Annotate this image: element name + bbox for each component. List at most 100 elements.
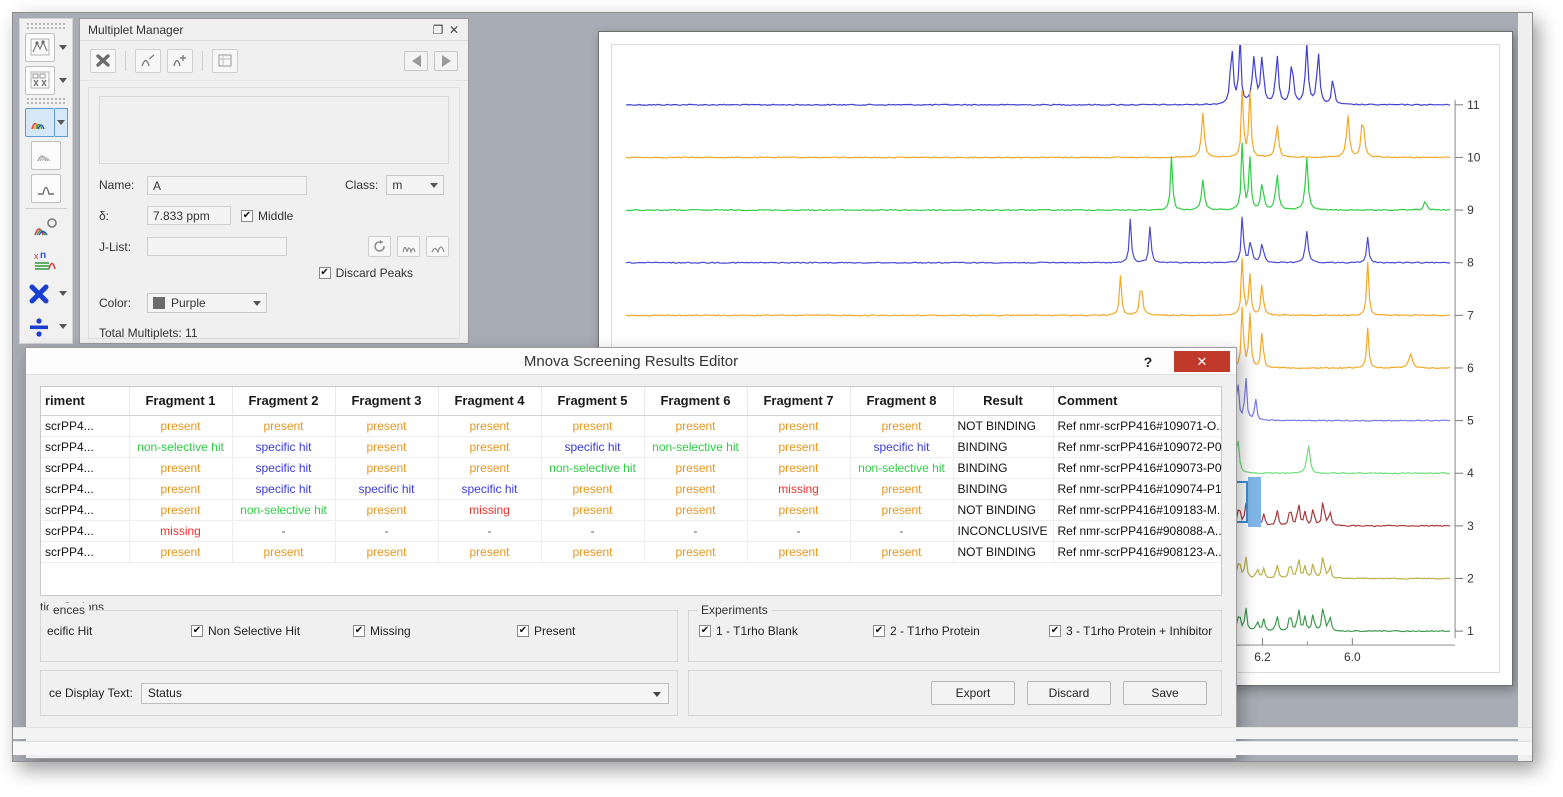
- table-row[interactable]: scrPP4... present specific hit present prese…: [41, 457, 1221, 479]
- cell-fragment-7[interactable]: present: [747, 415, 851, 437]
- cell-fragment-4[interactable]: present: [438, 457, 542, 479]
- arithmetic-settings-icon[interactable]: [31, 214, 61, 243]
- middle-checkbox[interactable]: [241, 209, 253, 222]
- cell-fragment-8[interactable]: -: [850, 520, 954, 542]
- delete-multiplet-button[interactable]: [90, 48, 116, 73]
- cell-fragment-6[interactable]: present: [644, 457, 748, 479]
- toolbar-grip-2[interactable]: [26, 97, 66, 105]
- discard-button[interactable]: Discard: [1027, 681, 1111, 705]
- cell-fragment-3[interactable]: -: [335, 520, 439, 542]
- cell-comment[interactable]: Ref nmr-scrPP416#908088-A...: [1053, 520, 1221, 542]
- table-header-6[interactable]: Fragment 6: [644, 387, 748, 416]
- toolbar-grip[interactable]: [26, 22, 66, 29]
- multiply-by-n-icon[interactable]: x n: [31, 246, 61, 275]
- cell-fragment-7[interactable]: -: [747, 520, 851, 542]
- multiplet-report-button[interactable]: [212, 48, 238, 73]
- delta-input[interactable]: 7.833 ppm: [147, 206, 231, 225]
- cell-fragment-3[interactable]: present: [335, 436, 439, 458]
- cell-fragment-2[interactable]: present: [232, 415, 336, 437]
- cell-fragment-2[interactable]: specific hit: [232, 457, 336, 479]
- cell-fragment-3[interactable]: present: [335, 457, 439, 479]
- cell-fragment-2[interactable]: -: [232, 520, 336, 542]
- table-row[interactable]: scrPP4... present present present present pre…: [41, 415, 1221, 437]
- table-row[interactable]: scrPP4... present present present present pre…: [41, 541, 1221, 563]
- cell-fragment-8[interactable]: present: [850, 478, 954, 500]
- table-header-3[interactable]: Fragment 3: [335, 387, 439, 416]
- cell-experiment[interactable]: scrPP4...: [41, 541, 130, 563]
- checkbox-icon[interactable]: [699, 625, 711, 637]
- spectrum-trace-9[interactable]: [625, 142, 1451, 212]
- next-multiplet-button[interactable]: [434, 50, 458, 71]
- table-header-9[interactable]: Result: [953, 387, 1054, 416]
- cell-fragment-7[interactable]: missing: [747, 478, 851, 500]
- jlist-input[interactable]: [147, 237, 287, 256]
- cell-comment[interactable]: Ref nmr-scrPP416#908123-A...: [1053, 541, 1221, 563]
- experiment-checkbox-0[interactable]: 1 - T1rho Blank: [699, 624, 798, 638]
- sequence-checkbox-2[interactable]: Missing: [353, 624, 411, 638]
- table-header-8[interactable]: Fragment 8: [850, 387, 954, 416]
- cell-fragment-1[interactable]: present: [129, 478, 233, 500]
- table-header-7[interactable]: Fragment 7: [747, 387, 851, 416]
- table-row[interactable]: scrPP4... missing - - - - - - - INCONCLUSIVE Ref n…: [41, 520, 1221, 542]
- cell-result[interactable]: NOT BINDING: [953, 499, 1054, 521]
- cell-fragment-1[interactable]: non-selective hit: [129, 436, 233, 458]
- cell-fragment-6[interactable]: present: [644, 415, 748, 437]
- cell-comment[interactable]: Ref nmr-scrPP416#109073-P0...: [1053, 457, 1221, 479]
- cell-experiment[interactable]: scrPP4...: [41, 499, 130, 521]
- cell-fragment-4[interactable]: present: [438, 415, 542, 437]
- previous-multiplet-button[interactable]: [404, 50, 428, 71]
- experiment-checkbox-1[interactable]: 2 - T1rho Protein: [873, 624, 980, 638]
- cell-fragment-6[interactable]: non-selective hit: [644, 436, 748, 458]
- divide-icon[interactable]: [25, 312, 55, 341]
- cell-fragment-5[interactable]: -: [541, 520, 645, 542]
- discard-peaks-checkbox[interactable]: [318, 267, 331, 279]
- checkbox-icon[interactable]: [353, 625, 365, 637]
- refresh-jlist-button[interactable]: [368, 236, 391, 257]
- checkbox-icon[interactable]: [191, 625, 203, 637]
- cell-fragment-1[interactable]: present: [129, 541, 233, 563]
- manual-multiplet-button[interactable]: [135, 48, 161, 73]
- cell-fragment-8[interactable]: present: [850, 499, 954, 521]
- cell-fragment-4[interactable]: -: [438, 520, 542, 542]
- spectrum-trace-11[interactable]: [625, 45, 1451, 106]
- spectrum-trace-7[interactable]: [625, 257, 1451, 317]
- experiment-checkbox-2[interactable]: 3 - T1rho Protein + Inhibitor: [1049, 624, 1212, 638]
- close-button[interactable]: ✕: [1174, 351, 1230, 372]
- checkbox-icon[interactable]: [1049, 625, 1061, 637]
- cell-fragment-7[interactable]: present: [747, 541, 851, 563]
- cell-fragment-5[interactable]: present: [541, 478, 645, 500]
- selected-trace-handle[interactable]: [1248, 477, 1261, 527]
- multiply-chevron-down-icon[interactable]: [59, 291, 67, 297]
- cell-fragment-4[interactable]: missing: [438, 499, 542, 521]
- cell-comment[interactable]: Ref nmr-scrPP416#109183-M...: [1053, 499, 1221, 521]
- cell-fragment-1[interactable]: missing: [129, 520, 233, 542]
- table-header-1[interactable]: Fragment 1: [129, 387, 233, 416]
- name-input[interactable]: A: [147, 175, 307, 195]
- cell-fragment-8[interactable]: specific hit: [850, 436, 954, 458]
- cell-fragment-7[interactable]: present: [747, 499, 851, 521]
- cell-fragment-6[interactable]: present: [644, 478, 748, 500]
- cell-comment[interactable]: Ref nmr-scrPP416#109072-P0...: [1053, 436, 1221, 458]
- cell-fragment-5[interactable]: present: [541, 499, 645, 521]
- single-spectrum-icon[interactable]: [31, 173, 61, 203]
- spectrum-trace-10[interactable]: [625, 89, 1451, 159]
- cell-fragment-3[interactable]: present: [335, 499, 439, 521]
- simulate-multiplet-button[interactable]: [426, 236, 449, 257]
- table-row[interactable]: scrPP4... non-selective hit specific hit pr…: [41, 436, 1221, 458]
- checkbox-icon[interactable]: [873, 625, 885, 637]
- cell-fragment-3[interactable]: specific hit: [335, 478, 439, 500]
- table-header-5[interactable]: Fragment 5: [541, 387, 645, 416]
- cell-fragment-4[interactable]: specific hit: [438, 478, 542, 500]
- cell-fragment-2[interactable]: specific hit: [232, 478, 336, 500]
- cell-experiment[interactable]: scrPP4...: [41, 457, 130, 479]
- cell-result[interactable]: NOT BINDING: [953, 541, 1054, 563]
- cell-fragment-5[interactable]: present: [541, 541, 645, 563]
- results-table-container[interactable]: riment Fragment 1 Fragment 2 Fragment 3 Frag…: [40, 386, 1222, 596]
- cell-fragment-5[interactable]: present: [541, 415, 645, 437]
- checkbox-icon[interactable]: [517, 625, 529, 637]
- close-icon[interactable]: ✕: [446, 22, 462, 38]
- sequence-checkbox-1[interactable]: Non Selective Hit: [191, 624, 300, 638]
- table-header-10[interactable]: Comment: [1053, 387, 1221, 416]
- cell-fragment-4[interactable]: present: [438, 541, 542, 563]
- cell-fragment-2[interactable]: present: [232, 541, 336, 563]
